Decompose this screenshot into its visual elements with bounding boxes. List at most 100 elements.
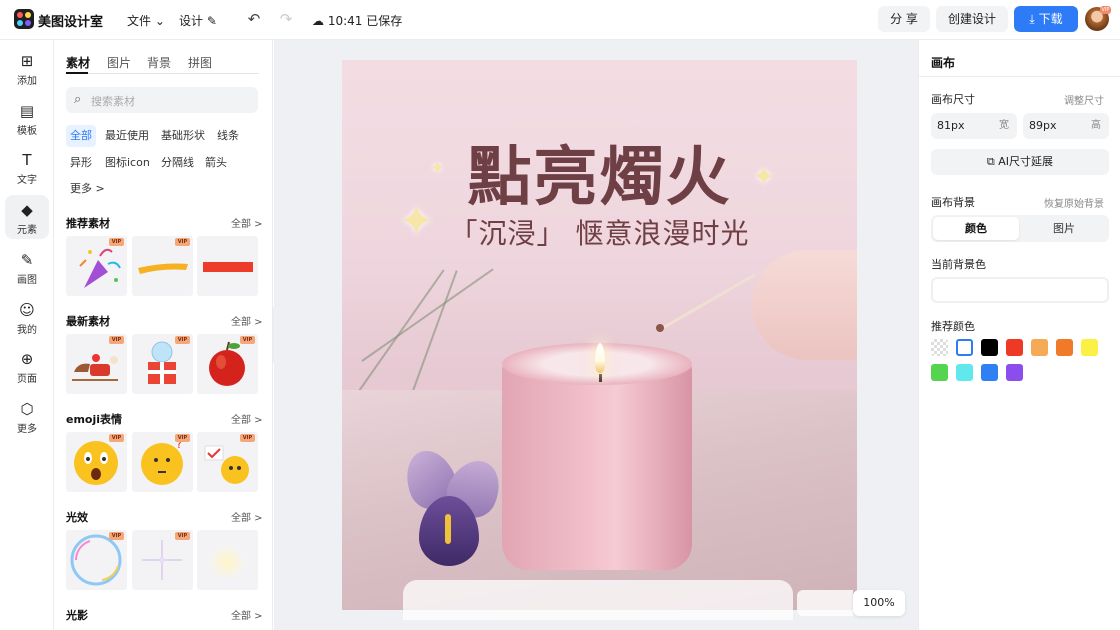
vip-badge: VIP: [240, 336, 255, 344]
color-swatch[interactable]: [1081, 339, 1098, 356]
section-all-latest[interactable]: 全部 >: [231, 313, 263, 328]
nav-item-0[interactable]: ⊞ 添加: [5, 46, 49, 90]
page-add-icon: ⊕: [20, 350, 34, 369]
share-button[interactable]: 分 享: [878, 6, 930, 32]
zoom-controls[interactable]: [797, 590, 853, 616]
chip-all[interactable]: 全部: [66, 125, 96, 147]
color-swatch[interactable]: [1056, 339, 1073, 356]
app-name[interactable]: 美图设计室: [38, 11, 103, 30]
chip-more[interactable]: 更多 >: [66, 178, 109, 200]
recommend-colors-label: 推荐颜色: [931, 320, 975, 333]
file-menu[interactable]: 文件 ⌄: [127, 12, 165, 29]
redo-icon[interactable]: ↷: [277, 10, 295, 28]
seg-color[interactable]: 颜色: [933, 217, 1019, 240]
sparkle-star-icon: ✦: [752, 160, 776, 193]
nav-label: 我的: [17, 324, 37, 336]
bg-type-toggle: 颜色 图片: [931, 215, 1109, 242]
chip-basic-shapes[interactable]: 基础形状: [157, 125, 209, 147]
zoom-level[interactable]: 100%: [853, 590, 905, 616]
nav-item-1[interactable]: ▤ 模板: [5, 96, 49, 140]
nav-label: 画图: [17, 274, 37, 286]
width-field[interactable]: 81px 宽: [931, 113, 1017, 139]
chip-irregular[interactable]: 异形: [66, 152, 96, 174]
color-swatch[interactable]: [981, 364, 998, 381]
height-unit: 高: [1091, 120, 1101, 131]
save-status-text: 10:41 已保存: [327, 14, 403, 28]
color-swatch[interactable]: [931, 364, 948, 381]
tab-images[interactable]: 图片: [107, 54, 131, 71]
chip-dividers[interactable]: 分隔线: [157, 152, 198, 174]
section-all-light-shadow[interactable]: 全部 >: [231, 607, 263, 622]
current-bg-label: 当前背景色: [931, 258, 986, 271]
nav-item-7[interactable]: ⬡ 更多: [5, 394, 49, 438]
restore-bg-link[interactable]: 恢复原始背景: [1044, 195, 1104, 210]
create-design-button[interactable]: 创建设计: [936, 6, 1008, 32]
current-bg-swatch[interactable]: [931, 277, 1109, 303]
design-canvas[interactable]: 點亮燭火 「沉浸」 惬意浪漫时光 ✦ ✦ ✦: [342, 60, 857, 610]
nav-item-5[interactable]: ☺ 我的: [5, 295, 49, 339]
asset-tile-emoji-checklist[interactable]: VIP: [197, 432, 258, 492]
user-icon: ☺: [19, 300, 35, 319]
download-button[interactable]: ⤓ 下载: [1014, 6, 1078, 32]
tab-backgrounds[interactable]: 背景: [147, 54, 171, 71]
chip-lines[interactable]: 线条: [213, 125, 243, 147]
color-swatch[interactable]: [931, 339, 948, 356]
chip-recent[interactable]: 最近使用: [101, 125, 153, 147]
nav-item-2[interactable]: T 文字: [5, 145, 49, 189]
color-swatch[interactable]: [1031, 339, 1048, 356]
nav-label: 更多: [17, 423, 37, 435]
asset-tile-sparkle[interactable]: VIP: [132, 530, 193, 590]
color-swatch[interactable]: [1006, 364, 1023, 381]
nav-item-6[interactable]: ⊕ 页面: [5, 344, 49, 388]
app-logo-icon[interactable]: [14, 9, 34, 29]
vip-badge: VIP: [109, 336, 124, 344]
height-value: 89px: [1029, 119, 1057, 132]
nav-item-4[interactable]: ✎ 画图: [5, 245, 49, 289]
section-title-light-effects: 光效: [66, 511, 88, 524]
asset-tile-party-popper[interactable]: VIP: [66, 236, 127, 296]
color-swatch[interactable]: [956, 339, 973, 356]
color-swatch[interactable]: [981, 339, 998, 356]
vip-badge: VIP: [175, 532, 190, 540]
asset-panel: 素材 图片 背景 拼图 ⌕ 搜索素材 全部 最近使用 基础形状 线条 异形 图标…: [55, 40, 273, 630]
vip-badge: VIP: [109, 238, 124, 246]
asset-tile-bubble[interactable]: VIP: [66, 530, 127, 590]
asset-tile-red-bar[interactable]: [197, 236, 258, 296]
cube-icon: ⬡: [20, 399, 34, 418]
color-swatch[interactable]: [956, 364, 973, 381]
sparkle-star-icon: ✦: [430, 158, 446, 179]
iris-flower: [397, 443, 517, 580]
tab-divider: [66, 73, 259, 74]
chip-arrows[interactable]: 箭头: [201, 152, 231, 174]
avatar-vip-badge: VIP: [1100, 6, 1111, 14]
asset-tile-gift[interactable]: VIP: [132, 334, 193, 394]
nav-item-3[interactable]: ◆ 元素: [5, 195, 49, 240]
asset-tile-sleigh[interactable]: VIP: [66, 334, 127, 394]
design-menu[interactable]: 设计 ✎: [179, 12, 217, 29]
asset-tile-emoji-scared[interactable]: VIP: [66, 432, 127, 492]
asset-tile-apple[interactable]: VIP: [197, 334, 258, 394]
seg-image[interactable]: 图片: [1021, 217, 1107, 240]
nav-label: 文字: [17, 175, 37, 187]
undo-icon[interactable]: ↶: [245, 10, 263, 28]
red-bar-icon: [203, 262, 253, 272]
download-icon: ⤓: [1029, 12, 1035, 26]
search-input[interactable]: ⌕ 搜索素材: [66, 87, 258, 113]
adjust-size-link[interactable]: 调整尺寸: [1064, 92, 1104, 107]
tab-collage[interactable]: 拼图: [188, 54, 212, 71]
ai-extend-button[interactable]: ⧉ AI尺寸延展: [931, 149, 1109, 175]
asset-tile-emoji-thinking[interactable]: ? VIP: [132, 432, 193, 492]
section-all-emoji[interactable]: 全部 >: [231, 411, 263, 426]
section-title-latest: 最新素材: [66, 315, 110, 328]
asset-tile-glow[interactable]: [197, 530, 258, 590]
chip-icons[interactable]: 图标icon: [101, 152, 154, 174]
height-field[interactable]: 89px 高: [1023, 113, 1109, 139]
color-swatch[interactable]: [1006, 339, 1023, 356]
tab-assets[interactable]: 素材: [66, 54, 90, 71]
nav-label: 页面: [17, 374, 37, 386]
page-strip[interactable]: [403, 580, 793, 620]
section-all-light-effects[interactable]: 全部 >: [231, 509, 263, 524]
draw-icon: ✎: [20, 250, 34, 269]
asset-tile-brush-stroke[interactable]: VIP: [132, 236, 193, 296]
section-all-recommended[interactable]: 全部 >: [231, 215, 263, 230]
